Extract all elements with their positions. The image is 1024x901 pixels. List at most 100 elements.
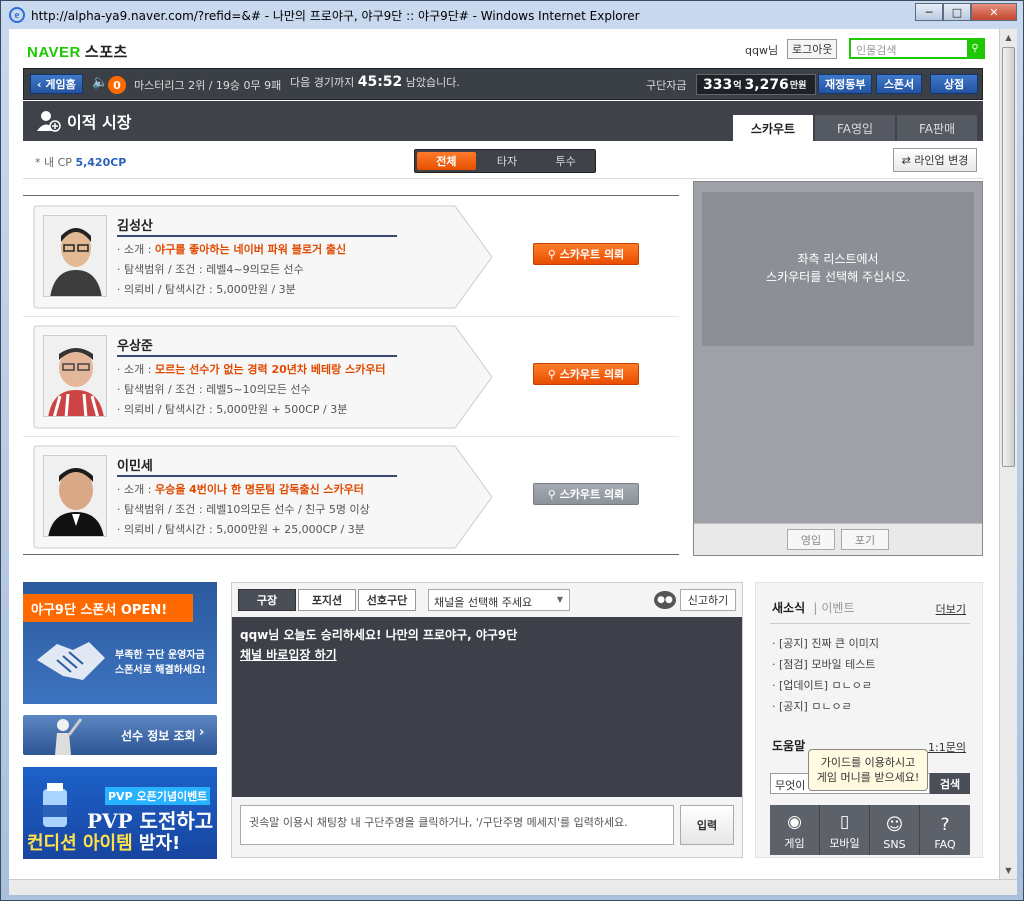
pvp-event-banner[interactable]: PVP 오픈기념이벤트 PVP 도전하고 컨디션 아이템 받자! <box>23 767 217 859</box>
chat-tab-stadium[interactable]: 구장 <box>238 589 296 611</box>
news-panel: 새소식 | 이벤트 더보기 · [공지] 진짜 큰 이미지 · [점검] 모바일 … <box>755 582 983 858</box>
scout-card[interactable]: 이민세 · 소개 : 우승을 4번이나 한 명문팀 감독출신 스카우터 · 탐색… <box>33 445 493 549</box>
horizontal-scrollbar[interactable] <box>9 879 1017 895</box>
speaker-icon[interactable]: 🔈 <box>92 75 108 90</box>
scout-intro: · 소개 : 모르는 선수가 없는 경력 20년차 베테랑 스카우터 <box>117 363 386 376</box>
intro-text: 야구를 좋아하는 네이버 파워 블로거 출신 <box>154 243 347 256</box>
qa-link[interactable]: 1:1문의 <box>928 739 966 755</box>
search-input[interactable]: 인물검색 ⚲ <box>849 38 985 59</box>
detail-actions: 영입 포기 <box>694 523 982 555</box>
scout-list: 김성산 · 소개 : 야구를 좋아하는 네이버 파워 블로거 출신 · 탐색범위… <box>23 195 679 555</box>
hire-button[interactable]: 영입 <box>787 529 835 550</box>
quick-game-label: 게임 <box>784 837 805 850</box>
chevron-down-icon: ▼ <box>556 595 563 604</box>
fee-label: 의뢰비 / 탐색시간 : <box>124 283 213 296</box>
search-icon[interactable]: ⚲ <box>967 40 983 57</box>
scout-request-label: 스카우트 의뢰 <box>559 368 625 381</box>
tab-fa-sell[interactable]: FA판매 <box>897 115 977 141</box>
news-item-text: [점검] 모바일 테스트 <box>779 658 876 671</box>
funds-display: 333 억 3,276 만원 <box>696 74 816 95</box>
event-tab[interactable]: 이벤트 <box>821 601 854 615</box>
news-header: 새소식 | 이벤트 <box>772 599 854 616</box>
scroll-thumb[interactable] <box>1002 47 1015 467</box>
divider-bar: | <box>813 601 818 615</box>
logout-button[interactable]: 로그아웃 <box>787 39 838 59</box>
cp-value: 5,420CP <box>75 156 127 169</box>
news-item[interactable]: · [업데이트] ㅁㄴㅇㄹ <box>772 677 872 693</box>
scout-range: · 탐색범위 / 조건 : 레벨10의모든 선수 / 친구 5명 이상 <box>117 503 370 516</box>
lineup-change-button[interactable]: ⇄ 라인업 변경 <box>893 148 977 172</box>
minimize-button[interactable]: ─ <box>915 3 943 21</box>
report-button[interactable]: 신고하기 <box>680 589 736 611</box>
player-info-banner[interactable]: 선수 정보 조회 › <box>23 715 217 755</box>
scout-request-label: 스카우트 의뢰 <box>559 248 625 261</box>
scroll-down-icon[interactable]: ▼ <box>1000 862 1017 879</box>
league-record: 마스터리그 2위 / 19승 0무 9패 <box>134 79 282 92</box>
filter-pitcher[interactable]: 투수 <box>536 150 595 172</box>
news-divider <box>770 623 970 624</box>
more-link[interactable]: 더보기 <box>936 601 966 617</box>
swap-icon: ⇄ <box>901 153 915 167</box>
naver-logo[interactable]: NAVER 스포츠 <box>27 41 128 62</box>
chevron-right-icon: › <box>199 725 205 740</box>
news-item[interactable]: · [점검] 모바일 테스트 <box>772 656 876 672</box>
range-text: 레벨10의모든 선수 / 친구 5명 이상 <box>206 503 370 516</box>
vertical-scrollbar[interactable]: ▲ ▼ <box>999 29 1017 879</box>
channel-placeholder: 채널을 선택해 주세요 <box>434 596 533 609</box>
scout-fee: · 의뢰비 / 탐색시간 : 5,000만원 + 500CP / 3분 <box>117 403 348 416</box>
maximize-button[interactable]: □ <box>943 3 971 21</box>
name-underline <box>117 475 397 477</box>
chat-input[interactable]: 귓속말 이용시 채팅창 내 구단주명을 클릭하거나, '/구단주명 메세지'를 … <box>240 805 674 845</box>
scroll-up-icon[interactable]: ▲ <box>1000 29 1017 46</box>
quick-sns[interactable]: ☺ SNS <box>870 805 920 855</box>
tab-scout[interactable]: 스카우트 <box>733 115 813 141</box>
sponsor-title: 야구9단 스폰서 OPEN! <box>23 594 193 622</box>
handshake-icon <box>37 642 105 680</box>
range-label: 탐색범위 / 조건 : <box>124 503 203 516</box>
close-button[interactable]: ✕ <box>971 3 1017 21</box>
sync-button[interactable]: 재정동부 <box>818 74 873 94</box>
quick-faq[interactable]: ? FAQ <box>920 805 970 855</box>
countdown-text: 다음 경기까지 45:52 남았습니다. <box>290 74 460 90</box>
tooltip-line1: 가이드를 이용하시고 <box>820 756 916 769</box>
intro-label: 소개 : <box>124 363 152 376</box>
scout-range: · 탐색범위 / 조건 : 레벨5~10의모든 선수 <box>117 383 311 396</box>
game-home-button[interactable]: ‹ 게임홈 <box>30 74 83 94</box>
fee-label: 의뢰비 / 탐색시간 : <box>124 523 213 536</box>
name-underline <box>117 355 397 357</box>
user-name: qqw님 <box>745 44 779 57</box>
scout-request-button-disabled[interactable]: ⚲ 스카우트 의뢰 <box>533 483 639 505</box>
news-item[interactable]: · [공지] 진짜 큰 이미지 <box>772 635 879 651</box>
chat-tab-team[interactable]: 선호구단 <box>358 589 416 611</box>
scout-photo <box>43 335 107 417</box>
countdown-prefix: 다음 경기까지 <box>290 76 355 89</box>
scout-request-button[interactable]: ⚲ 스카우트 의뢰 <box>533 363 639 385</box>
lineup-label: 라인업 변경 <box>914 154 969 167</box>
help-search-button[interactable]: 검색 <box>930 773 970 794</box>
quick-game[interactable]: ◉ 게임 <box>770 805 820 855</box>
filter-batter[interactable]: 타자 <box>478 150 537 172</box>
chat-tab-position[interactable]: 포지션 <box>298 589 356 611</box>
chat-bubble-icon[interactable]: ●● <box>654 591 676 609</box>
news-item-text: [업데이트] ㅁㄴㅇㄹ <box>779 679 873 692</box>
funds-man: 3,276 <box>744 76 789 93</box>
name-underline <box>117 235 397 237</box>
news-item[interactable]: · [공지] ㅁㄴㅇㄹ <box>772 698 852 714</box>
game-home-label: 게임홈 <box>45 78 76 91</box>
chat-send-button[interactable]: 입력 <box>680 805 734 845</box>
channel-select[interactable]: 채널을 선택해 주세요 ▼ <box>428 589 570 611</box>
cp-bar: * 내 CP 5,420CP 전체 타자 투수 ⇄ 라인업 변경 <box>23 141 983 179</box>
sponsor-button[interactable]: 스폰서 <box>876 74 922 94</box>
quick-mobile[interactable]: ▯ 모바일 <box>820 805 870 855</box>
filter-all[interactable]: 전체 <box>417 152 476 170</box>
scout-card[interactable]: 우상준 · 소개 : 모르는 선수가 없는 경력 20년차 베테랑 스카우터 ·… <box>33 325 493 429</box>
shop-button[interactable]: 상점 <box>930 74 978 94</box>
mail-count-badge[interactable]: 0 <box>108 76 126 94</box>
news-tab[interactable]: 새소식 <box>772 601 805 615</box>
sponsor-open-banner[interactable]: 야구9단 스폰서 OPEN! 부족한 구단 운영자금 스폰서로 해결하세요! <box>23 582 217 704</box>
scout-request-button[interactable]: ⚲ 스카우트 의뢰 <box>533 243 639 265</box>
abandon-button[interactable]: 포기 <box>841 529 889 550</box>
scout-card[interactable]: 김성산 · 소개 : 야구를 좋아하는 네이버 파워 블로거 출신 · 탐색범위… <box>33 205 493 309</box>
channel-enter-link[interactable]: 채널 바로입장 하기 <box>240 645 734 665</box>
tab-fa-sign[interactable]: FA영입 <box>815 115 895 141</box>
